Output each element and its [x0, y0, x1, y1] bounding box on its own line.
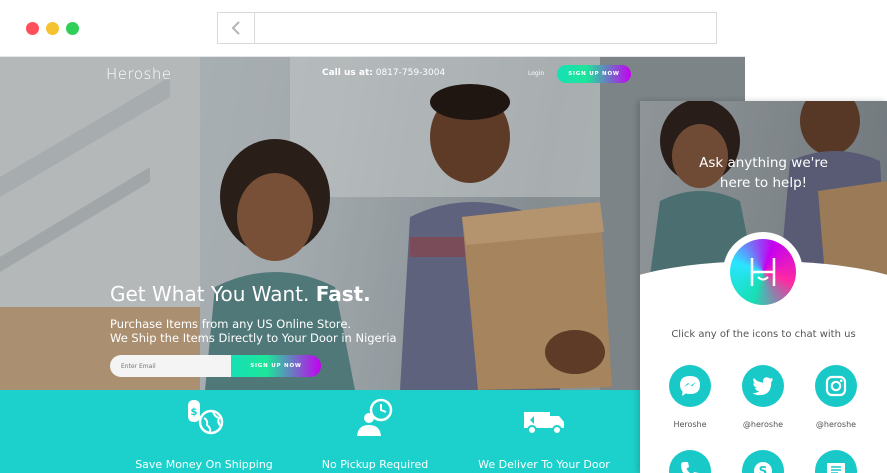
features-band: $ Save Money On Shipping No Pickup Requi… — [0, 390, 745, 473]
delivery-truck-icon — [524, 412, 564, 435]
close-window-button[interactable] — [26, 22, 39, 35]
hero-subtitle: Purchase Items from any US Online Store.… — [110, 317, 397, 345]
brand-logo[interactable]: Heroshe — [106, 65, 172, 83]
skype-icon: S — [754, 462, 772, 473]
email-input[interactable] — [110, 355, 231, 377]
call-us: Call us at: 0817-759-3004 — [322, 68, 445, 78]
headline-main: Get What You Want. — [110, 282, 310, 306]
twitter-icon — [752, 377, 774, 396]
minimize-window-button[interactable] — [46, 22, 59, 35]
email-signup-button[interactable]: SIGN UP NOW — [231, 355, 321, 377]
feature-label: We Deliver To Your Door — [478, 458, 610, 471]
phone-button[interactable] — [669, 450, 711, 473]
messenger-icon — [680, 376, 700, 396]
feature-save-money: $ Save Money On Shipping — [124, 390, 284, 471]
instagram-icon — [825, 375, 847, 397]
channel-caption: @heroshe — [742, 420, 784, 429]
headline-bold: Fast. — [315, 282, 371, 306]
widget-title-line-2: here to help! — [719, 175, 808, 191]
feature-label: Save Money On Shipping — [135, 458, 273, 471]
widget-logo — [723, 232, 803, 312]
heroshe-logo-icon — [750, 258, 776, 286]
address-bar[interactable] — [217, 12, 717, 44]
widget-title-line-1: Ask anything we're — [699, 155, 828, 171]
skype-button[interactable]: S — [742, 450, 784, 473]
channel-caption: Heroshe — [673, 420, 707, 429]
feature-deliver: We Deliver To Your Door — [464, 390, 624, 471]
subtitle-line-2: We Ship the Items Directly to Your Door … — [110, 331, 397, 345]
chat-widget: Ask anything we're here to help! Click a… — [640, 101, 887, 473]
clock-person-icon — [357, 398, 393, 436]
signup-button[interactable]: SIGN UP NOW — [557, 65, 631, 83]
instagram-button[interactable] — [815, 365, 857, 407]
twitter-button[interactable] — [742, 365, 784, 407]
call-label: Call us at: — [322, 68, 373, 78]
message-icon — [827, 463, 845, 473]
login-link[interactable]: Login — [528, 70, 544, 77]
call-number[interactable]: 0817-759-3004 — [376, 68, 445, 78]
money-globe-icon: $ — [188, 400, 224, 435]
feature-label: No Pickup Required — [321, 458, 429, 471]
widget-prompt: Click any of the icons to chat with us — [671, 329, 856, 340]
channel-caption: @heroshe — [815, 420, 857, 429]
maximize-window-button[interactable] — [66, 22, 79, 35]
browser-chrome — [0, 0, 745, 57]
hero-headline: Get What You Want. Fast. — [110, 282, 371, 306]
phone-icon — [681, 462, 699, 473]
hero-section: Heroshe Call us at: 0817-759-3004 Login … — [0, 57, 745, 390]
svg-text:$: $ — [191, 407, 198, 418]
email-signup-form: SIGN UP NOW — [110, 355, 321, 377]
svg-text:S: S — [759, 464, 768, 473]
messenger-button[interactable] — [669, 365, 711, 407]
feature-no-pickup: No Pickup Required — [295, 390, 455, 471]
widget-title: Ask anything we're here to help! — [640, 153, 887, 193]
message-button[interactable] — [815, 450, 857, 473]
back-button[interactable] — [218, 13, 255, 43]
subtitle-line-1: Purchase Items from any US Online Store. — [110, 317, 352, 331]
chevron-left-icon — [231, 21, 240, 35]
